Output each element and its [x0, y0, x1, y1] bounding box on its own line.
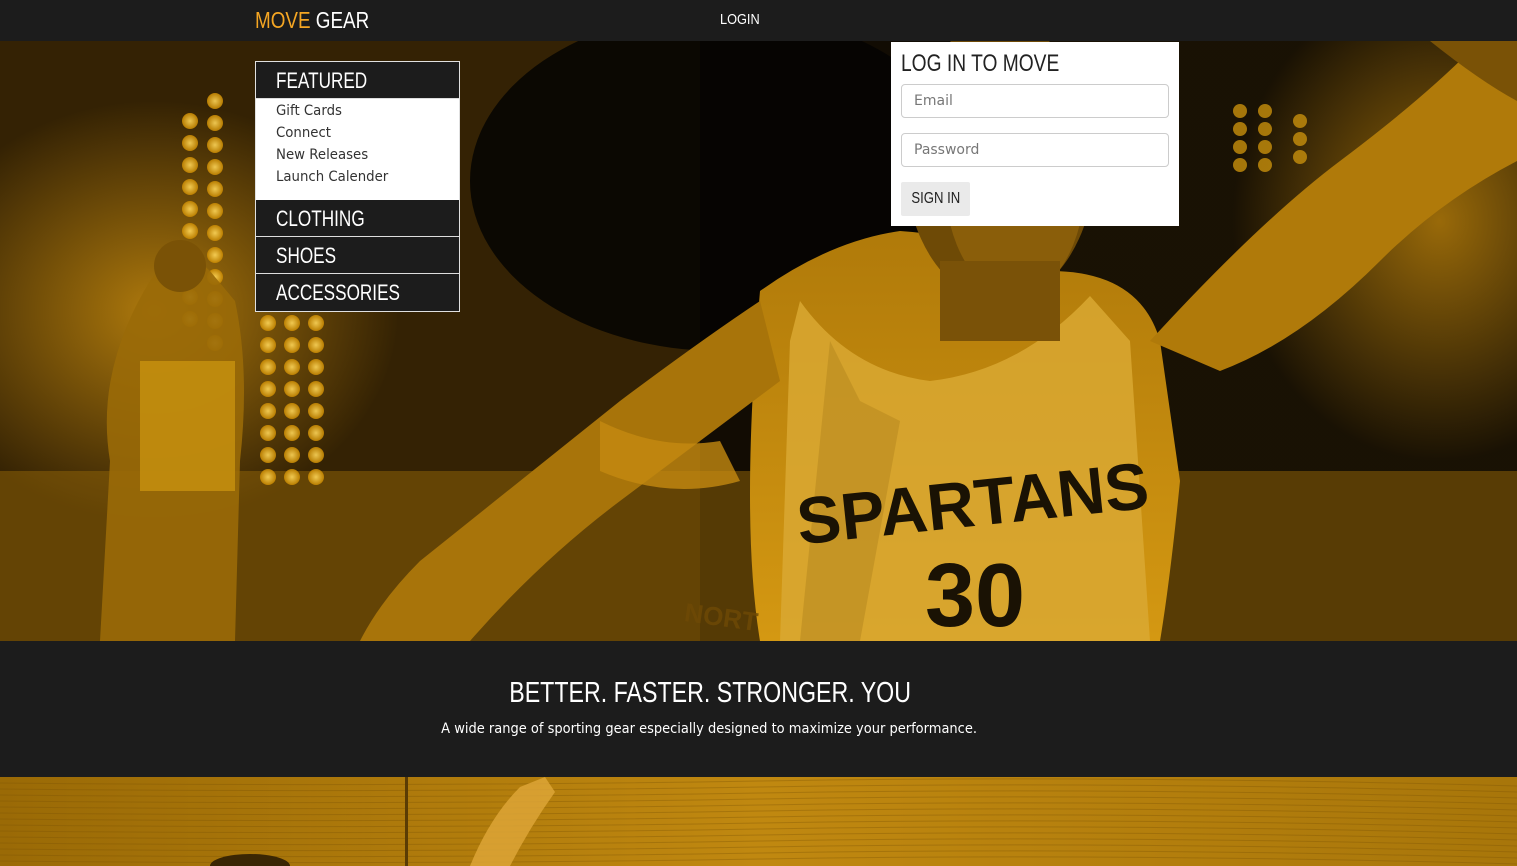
top-navbar: MOVE GEAR LOGIN [0, 0, 1517, 41]
menu-shoes[interactable]: SHOES [256, 237, 459, 274]
menu-item-gift-cards[interactable]: Gift Cards [276, 99, 450, 122]
login-panel: LOG IN TO MOVE SIGN IN [891, 42, 1179, 226]
wood-court-photo-icon [0, 777, 1517, 866]
basketball-player-photo-icon: SPARTANS 30 NORT [0, 41, 1517, 641]
brand-gear: GEAR [315, 7, 370, 33]
email-input[interactable] [901, 84, 1169, 118]
menu-accessories[interactable]: ACCESSORIES [256, 274, 459, 311]
login-link[interactable]: LOGIN [720, 11, 760, 28]
jersey-number: 30 [925, 546, 1025, 641]
tagline-subtitle: A wide range of sporting gear especially… [441, 721, 978, 737]
tagline-title: BETTER. FASTER. STRONGER. YOU [509, 677, 912, 709]
menu-item-launch-calender[interactable]: Launch Calender [276, 166, 450, 188]
menu-item-new-releases[interactable]: New Releases [276, 144, 450, 166]
sign-in-button[interactable]: SIGN IN [901, 182, 970, 216]
menu-item-connect[interactable]: Connect [276, 122, 450, 144]
password-input[interactable] [901, 133, 1169, 167]
hero-image: SPARTANS 30 NORT [0, 41, 1517, 641]
login-title: LOG IN TO MOVE [901, 50, 1060, 77]
secondary-hero-image [0, 777, 1517, 866]
menu-featured[interactable]: FEATURED [256, 62, 459, 99]
menu-clothing[interactable]: CLOTHING [256, 200, 459, 237]
tagline-section: BETTER. FASTER. STRONGER. YOU A wide ran… [0, 641, 1517, 777]
brand-move: MOVE [255, 7, 311, 33]
brand-logo[interactable]: MOVE GEAR [255, 7, 369, 34]
sign-in-label: SIGN IN [911, 190, 960, 207]
featured-submenu: Gift Cards Connect New Releases Launch C… [256, 99, 459, 200]
category-menu: FEATURED Gift Cards Connect New Releases… [255, 61, 460, 312]
